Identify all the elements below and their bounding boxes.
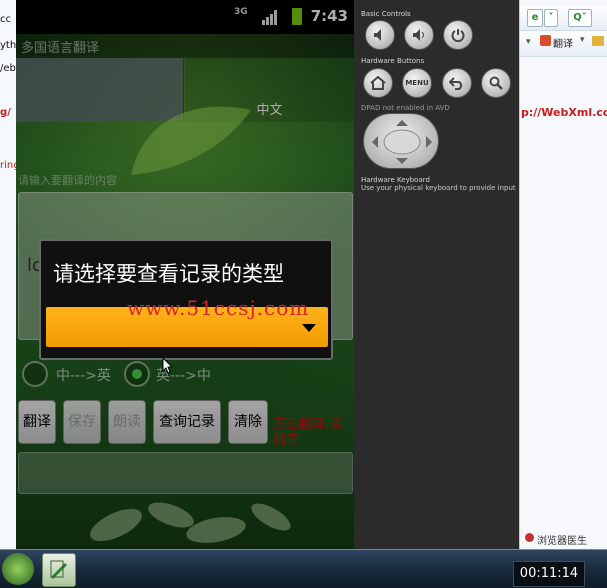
browser-fragment: /eb [0, 63, 16, 74]
chevron-down-icon[interactable]: ˅ [544, 9, 558, 27]
browser-fragment: g/ [0, 107, 11, 118]
browser-fragment: cc [0, 14, 11, 25]
browser-doctor-label[interactable]: 浏览器医生 [537, 532, 587, 547]
recording-timer: 00:11:14 [513, 561, 585, 587]
home-icon[interactable] [363, 68, 393, 98]
screen: cc yth /eb g/ ring e ˅ Q˅ ▾ 翻译 ▾ p://Web… [0, 0, 607, 588]
doctor-icon [525, 533, 534, 542]
hardware-buttons-heading: Hardware Buttons [361, 57, 425, 65]
volume-down-icon[interactable] [365, 20, 395, 50]
watermark-text: www.51ccsj.com [127, 296, 310, 320]
chevron-down-icon[interactable]: ▾ [580, 35, 585, 45]
browser-toolbar-row: ▾ 翻译 ▾ [520, 32, 607, 57]
mouse-cursor-icon [162, 357, 174, 374]
dpad-arrows-icon [372, 120, 432, 164]
browser-toolbar-row: e ˅ Q˅ [520, 6, 607, 31]
chevron-down-icon[interactable]: ▾ [526, 37, 531, 47]
browser-fragment: ring [0, 160, 16, 171]
volume-up-icon[interactable] [404, 20, 434, 50]
emulator-controls-panel: Basic Controls Hardware Buttons MENU DPA… [354, 0, 519, 549]
basic-controls-heading: Basic Controls [361, 10, 411, 18]
search-icon[interactable]: Q˅ [568, 9, 592, 27]
back-icon[interactable] [442, 68, 472, 98]
power-icon[interactable] [443, 20, 473, 50]
background-browser-right-strip: e ˅ Q˅ ▾ 翻译 ▾ p://WebXml.co 浏览器医生 [519, 0, 607, 549]
emulator-app-icon[interactable] [2, 553, 34, 585]
dialog-title: 请选择要查看记录的类型 [53, 262, 284, 286]
menu-label: MENU [405, 79, 429, 87]
search-icon[interactable] [481, 68, 511, 98]
browser-page-url-text: p://WebXml.co [521, 106, 607, 119]
translate-icon[interactable] [540, 35, 551, 46]
taskbar: 00:11:14 [0, 549, 607, 588]
notepad-app-icon[interactable] [42, 553, 76, 587]
keyboard-heading: Hardware Keyboard [361, 176, 430, 184]
background-browser-left-strip: cc yth /eb g/ ring [0, 0, 17, 549]
browser-logo-icon[interactable]: e [527, 9, 543, 27]
phone-screen: 3G 7:43 多国语言翻译 中文 请输入要翻译的内容 lc 中--->英 英-… [16, 0, 354, 549]
dropdown-arrow-icon [302, 324, 316, 332]
browser-fragment: yth [0, 40, 16, 51]
translate-label[interactable]: 翻译 [553, 35, 573, 50]
menu-button[interactable]: MENU [402, 68, 432, 98]
keyboard-subtext: Use your physical keyboard to provide in… [361, 184, 516, 192]
favorites-icon[interactable] [592, 36, 604, 46]
dpad-control[interactable] [363, 113, 439, 169]
dpad-heading: DPAD not enabled in AVD [361, 104, 450, 112]
